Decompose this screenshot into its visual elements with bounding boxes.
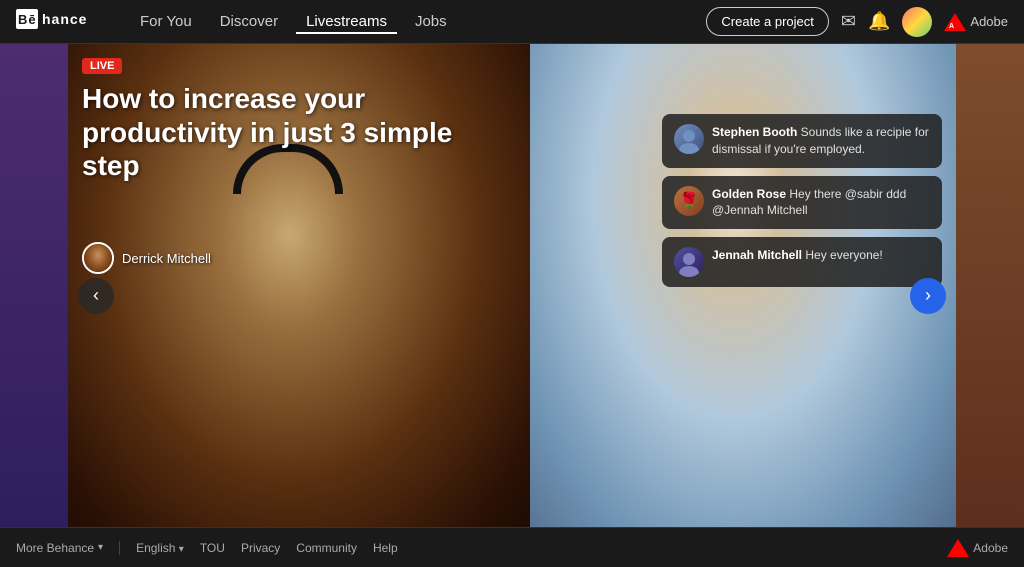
chat-message-2: 🌹 Golden Rose Hey there @sabir ddd @Jenn…	[662, 176, 942, 230]
chat-avatar-jm	[674, 247, 704, 277]
host-info: Derrick Mitchell	[82, 242, 211, 274]
nav-discover[interactable]: Discover	[210, 9, 288, 34]
footer-adobe-text: Adobe	[973, 541, 1008, 555]
chat-text-1: Stephen Booth Sounds like a recipie for …	[712, 124, 930, 158]
notifications-icon[interactable]: 🔔	[868, 11, 890, 32]
more-behance-section: More Behance ▾	[16, 541, 120, 555]
chat-message-1: Stephen Booth Sounds like a recipie for …	[662, 114, 942, 168]
chat-username-3: Jennah Mitchell	[712, 248, 802, 262]
main-nav: For You Discover Livestreams Jobs	[130, 9, 706, 34]
nav-livestreams[interactable]: Livestreams	[296, 9, 397, 34]
prev-arrow[interactable]: ‹	[78, 278, 114, 314]
header-right: Create a project ✉ 🔔 A Adobe	[706, 7, 1008, 37]
user-avatar[interactable]	[902, 7, 932, 37]
language-chevron: ▾	[179, 544, 184, 555]
chat-username-1: Stephen Booth	[712, 125, 797, 139]
stream-title: How to increase your productivity in jus…	[82, 82, 482, 183]
behance-logo[interactable]: Bē hance	[16, 7, 106, 36]
footer-link-community[interactable]: Community	[296, 541, 357, 555]
create-project-button[interactable]: Create a project	[706, 7, 829, 36]
chat-avatar-sb	[674, 124, 704, 154]
side-preview-left[interactable]	[0, 44, 70, 547]
mail-icon[interactable]: ✉	[841, 11, 856, 32]
host-avatar	[82, 242, 114, 274]
language-label: English	[136, 541, 175, 555]
adobe-text: Adobe	[970, 14, 1008, 29]
adobe-logo: A Adobe	[944, 13, 1008, 31]
host-name: Derrick Mitchell	[122, 251, 211, 266]
footer-link-language[interactable]: English ▾	[136, 541, 184, 555]
footer-link-help[interactable]: Help	[373, 541, 398, 555]
nav-for-you[interactable]: For You	[130, 9, 202, 34]
footer-links: English ▾ TOU Privacy Community Help	[136, 541, 947, 555]
chat-username-2: Golden Rose	[712, 187, 786, 201]
side-preview-right[interactable]	[954, 44, 1024, 547]
chat-area: Stephen Booth Sounds like a recipie for …	[662, 114, 942, 287]
footer: More Behance ▾ English ▾ TOU Privacy Com…	[0, 527, 1024, 567]
header: Bē hance For You Discover Livestreams Jo…	[0, 0, 1024, 44]
main-video[interactable]: LIVE How to increase your productivity i…	[68, 44, 956, 547]
live-badge: LIVE	[82, 58, 122, 74]
footer-link-tou[interactable]: TOU	[200, 541, 225, 555]
svg-text:A: A	[949, 23, 954, 30]
chat-message-3: Jennah Mitchell Hey everyone!	[662, 237, 942, 287]
svg-text:hance: hance	[42, 11, 87, 27]
chat-text-3: Jennah Mitchell Hey everyone!	[712, 247, 883, 264]
next-arrow[interactable]: ›	[910, 278, 946, 314]
chat-avatar-gr: 🌹	[674, 186, 704, 216]
chat-text-2: Golden Rose Hey there @sabir ddd @Jennah…	[712, 186, 930, 220]
more-behance-button[interactable]: More Behance ▾	[16, 541, 103, 555]
svg-text:Bē: Bē	[18, 12, 37, 27]
chat-body-3-text: Hey everyone!	[805, 248, 882, 262]
nav-jobs[interactable]: Jobs	[405, 9, 457, 34]
more-behance-label: More Behance	[16, 541, 94, 555]
footer-link-privacy[interactable]: Privacy	[241, 541, 280, 555]
main-content: LIVE How to increase your productivity i…	[0, 44, 1024, 547]
more-behance-chevron: ▾	[98, 542, 103, 553]
footer-adobe: Adobe	[947, 539, 1008, 557]
